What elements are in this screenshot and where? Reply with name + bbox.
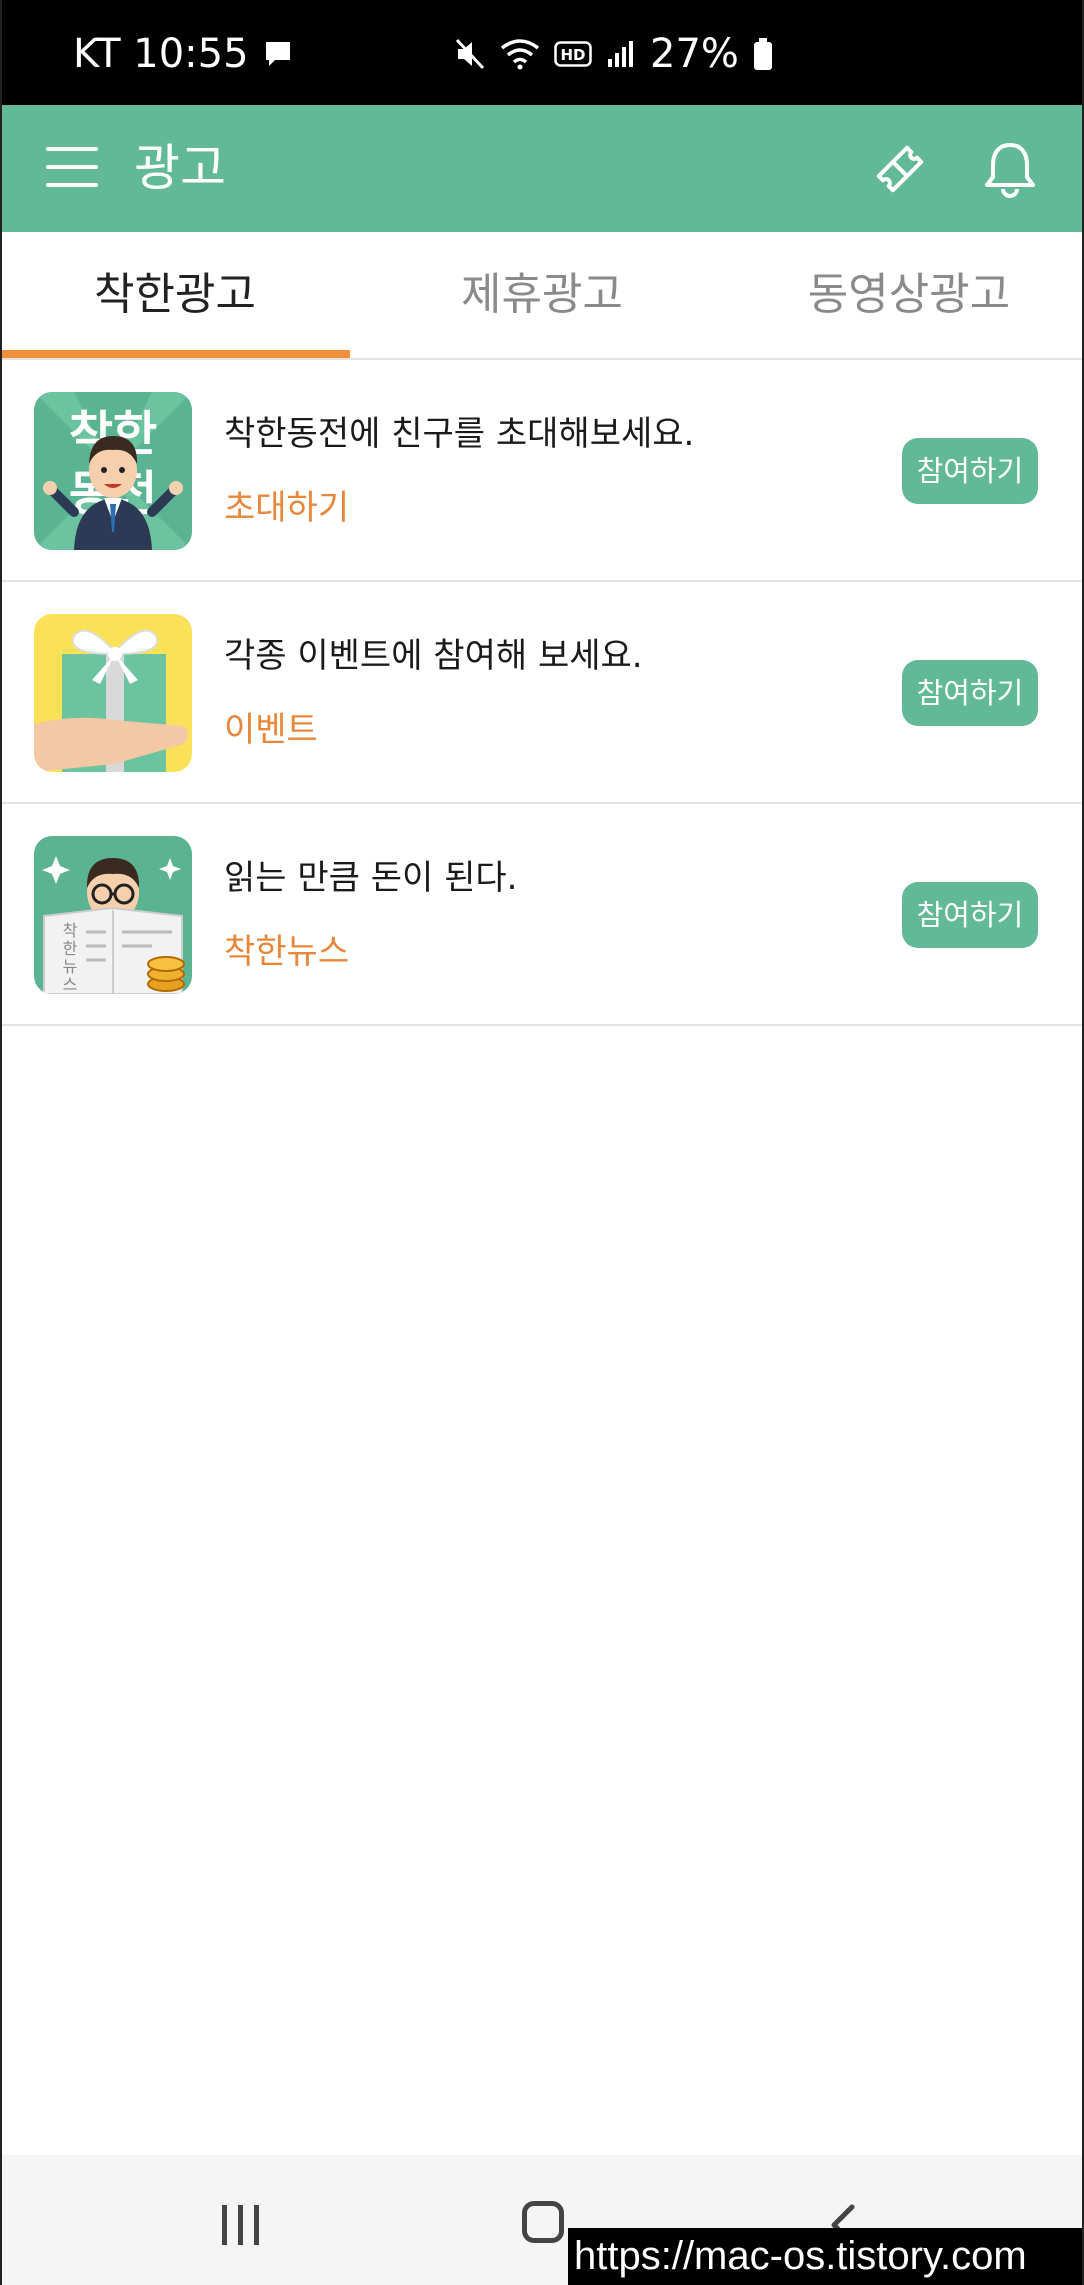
list-item[interactable]: 각종 이벤트에 참여해 보세요. 이벤트 참여하기 — [0, 582, 1084, 804]
watermark: https://mac-os.tistory.com — [568, 2228, 1084, 2285]
item-subtitle: 초대하기 — [224, 488, 350, 528]
status-bar: KT 10:55 HD 27% — [0, 0, 1084, 105]
thumb-news-text-1: 착 — [63, 921, 78, 940]
tab-good-ads[interactable]: 착한광고 — [0, 232, 350, 358]
recent-apps-icon — [238, 2205, 243, 2245]
signal-icon — [608, 41, 633, 67]
menu-button[interactable] — [46, 145, 98, 191]
list-item[interactable]: 착 한 뉴 스 읽는 만큼 돈이 된다. 착한뉴스 참여하기 — [0, 804, 1084, 1026]
tab-video-ads[interactable]: 동영상광고 — [734, 232, 1084, 358]
home-button[interactable] — [522, 2201, 564, 2243]
ad-list: 착한 동전 착한동전에 친구를 초대해보세요. 초대하기 참여하기 — [0, 360, 1084, 1026]
list-item[interactable]: 착한 동전 착한동전에 친구를 초대해보세요. 초대하기 참여하기 — [0, 360, 1084, 582]
item-subtitle: 착한뉴스 — [224, 932, 350, 972]
message-icon — [265, 42, 290, 66]
join-button[interactable]: 참여하기 — [902, 438, 1038, 504]
battery-icon — [753, 38, 772, 70]
item-title: 착한동전에 친구를 초대해보세요. — [224, 414, 695, 454]
coupon-button[interactable] — [872, 141, 928, 197]
status-right: HD 27% — [454, 34, 773, 74]
status-left: KT 10:55 — [73, 34, 293, 74]
thumb-news-text-3: 뉴 — [63, 957, 78, 976]
event-gift-thumbnail — [34, 614, 192, 772]
app-bar: 광고 — [0, 105, 1084, 232]
coupon-icon — [876, 145, 924, 193]
menu-icon-line — [46, 183, 98, 187]
menu-icon-line — [46, 147, 98, 151]
join-button[interactable]: 참여하기 — [902, 882, 1038, 948]
menu-icon-line — [46, 165, 98, 169]
recent-apps-button[interactable] — [220, 2205, 262, 2245]
wifi-icon — [500, 39, 540, 70]
item-title: 읽는 만큼 돈이 된다. — [224, 858, 518, 898]
item-title: 각종 이벤트에 참여해 보세요. — [224, 636, 643, 676]
notification-button[interactable] — [982, 139, 1038, 199]
battery-percent: 27% — [650, 31, 739, 77]
mute-icon — [455, 38, 485, 70]
recent-apps-icon — [222, 2205, 227, 2245]
thumb-news-text-2: 한 — [63, 939, 78, 958]
page-title: 광고 — [134, 139, 226, 197]
hd-icon: HD — [554, 41, 592, 67]
carrier-time: KT 10:55 — [73, 31, 249, 77]
join-button[interactable]: 참여하기 — [902, 660, 1038, 726]
bell-icon — [985, 143, 1035, 198]
item-subtitle: 이벤트 — [224, 710, 318, 750]
tab-partner-ads[interactable]: 제휴광고 — [367, 232, 717, 358]
thumb-news-text-4: 스 — [63, 975, 78, 994]
coin-invite-thumbnail: 착한 동전 — [34, 392, 192, 550]
active-tab-indicator — [0, 350, 350, 358]
svg-text:HD: HD — [560, 46, 585, 64]
tab-bar: 착한광고 제휴광고 동영상광고 — [0, 232, 1084, 360]
news-thumbnail: 착 한 뉴 스 — [34, 836, 192, 994]
recent-apps-icon — [254, 2205, 259, 2245]
